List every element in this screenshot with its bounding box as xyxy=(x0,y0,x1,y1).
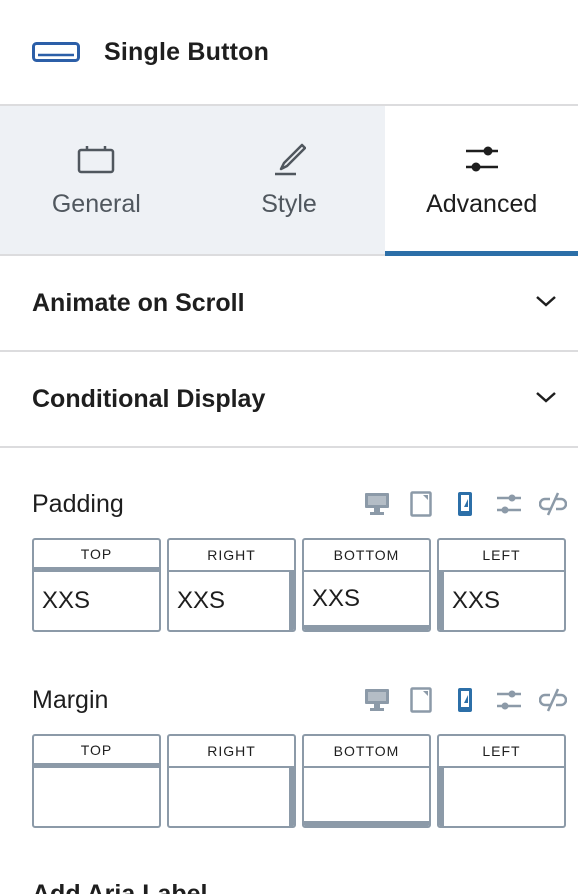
panel-animate-on-scroll[interactable]: Animate on Scroll xyxy=(0,256,578,352)
padding-right-input[interactable]: XXS xyxy=(169,572,294,630)
general-icon xyxy=(77,142,115,176)
panel-conditional-display[interactable]: Conditional Display xyxy=(0,352,578,448)
field-label: TOP xyxy=(34,736,159,768)
padding-bottom-input[interactable]: XXS xyxy=(304,572,429,630)
aria-label-heading: Add Aria Label xyxy=(32,880,208,894)
margin-left-input[interactable] xyxy=(439,768,564,826)
chevron-down-icon xyxy=(534,390,558,409)
field-label: BOTTOM xyxy=(304,540,429,572)
field-label: BOTTOM xyxy=(304,736,429,768)
padding-control: Padding TOP XXS RIGHT XXS BOTTOM XXS LEF… xyxy=(0,486,578,632)
field-label: LEFT xyxy=(439,736,564,768)
margin-top-field[interactable]: TOP xyxy=(32,734,161,828)
padding-fields: TOP XXS RIGHT XXS BOTTOM XXS LEFT XXS xyxy=(32,538,568,632)
sliders-icon xyxy=(464,142,500,176)
padding-top-field[interactable]: TOP XXS xyxy=(32,538,161,632)
tablet-icon[interactable] xyxy=(406,685,436,715)
padding-label: Padding xyxy=(32,489,124,518)
device-toggles xyxy=(362,489,568,519)
desktop-icon[interactable] xyxy=(362,489,392,519)
tab-advanced[interactable]: Advanced xyxy=(385,106,578,256)
padding-top-input[interactable]: XXS xyxy=(34,572,159,630)
block-header: Single Button xyxy=(0,0,578,106)
panel-title: Conditional Display xyxy=(32,384,266,413)
field-label: TOP xyxy=(34,540,159,572)
margin-top-input[interactable] xyxy=(34,768,159,826)
padding-left-input[interactable]: XXS xyxy=(439,572,564,630)
margin-left-field[interactable]: LEFT xyxy=(437,734,566,828)
settings-sliders-icon[interactable] xyxy=(494,489,524,519)
field-label: LEFT xyxy=(439,540,564,572)
margin-control: Margin TOP RIGHT BOTTOM LEFT xyxy=(0,682,578,828)
tab-advanced-label: Advanced xyxy=(426,190,538,218)
tab-general[interactable]: General xyxy=(0,106,193,254)
desktop-icon[interactable] xyxy=(362,685,392,715)
margin-bottom-input[interactable] xyxy=(304,768,429,826)
tab-general-label: General xyxy=(51,190,141,218)
button-block-icon xyxy=(32,42,80,62)
field-label: RIGHT xyxy=(169,736,294,768)
margin-right-field[interactable]: RIGHT xyxy=(167,734,296,828)
chevron-down-icon xyxy=(534,294,558,313)
brush-icon xyxy=(272,142,306,176)
block-title: Single Button xyxy=(104,37,270,66)
settings-sliders-icon[interactable] xyxy=(494,685,524,715)
field-label: RIGHT xyxy=(169,540,294,572)
padding-left-field[interactable]: LEFT XXS xyxy=(437,538,566,632)
panel-title: Animate on Scroll xyxy=(32,288,245,317)
link-icon[interactable] xyxy=(538,685,568,715)
mobile-icon[interactable] xyxy=(450,685,480,715)
inspector-tabs: General Style Advanced xyxy=(0,106,578,256)
link-icon[interactable] xyxy=(538,489,568,519)
tablet-icon[interactable] xyxy=(406,489,436,519)
tab-style[interactable]: Style xyxy=(192,106,386,254)
tab-style-label: Style xyxy=(261,190,317,218)
margin-label: Margin xyxy=(32,685,109,714)
padding-right-field[interactable]: RIGHT XXS xyxy=(167,538,296,632)
mobile-icon[interactable] xyxy=(450,489,480,519)
device-toggles xyxy=(362,685,568,715)
margin-bottom-field[interactable]: BOTTOM xyxy=(302,734,431,828)
padding-bottom-field[interactable]: BOTTOM XXS xyxy=(302,538,431,632)
margin-fields: TOP RIGHT BOTTOM LEFT xyxy=(32,734,568,828)
margin-right-input[interactable] xyxy=(169,768,294,826)
